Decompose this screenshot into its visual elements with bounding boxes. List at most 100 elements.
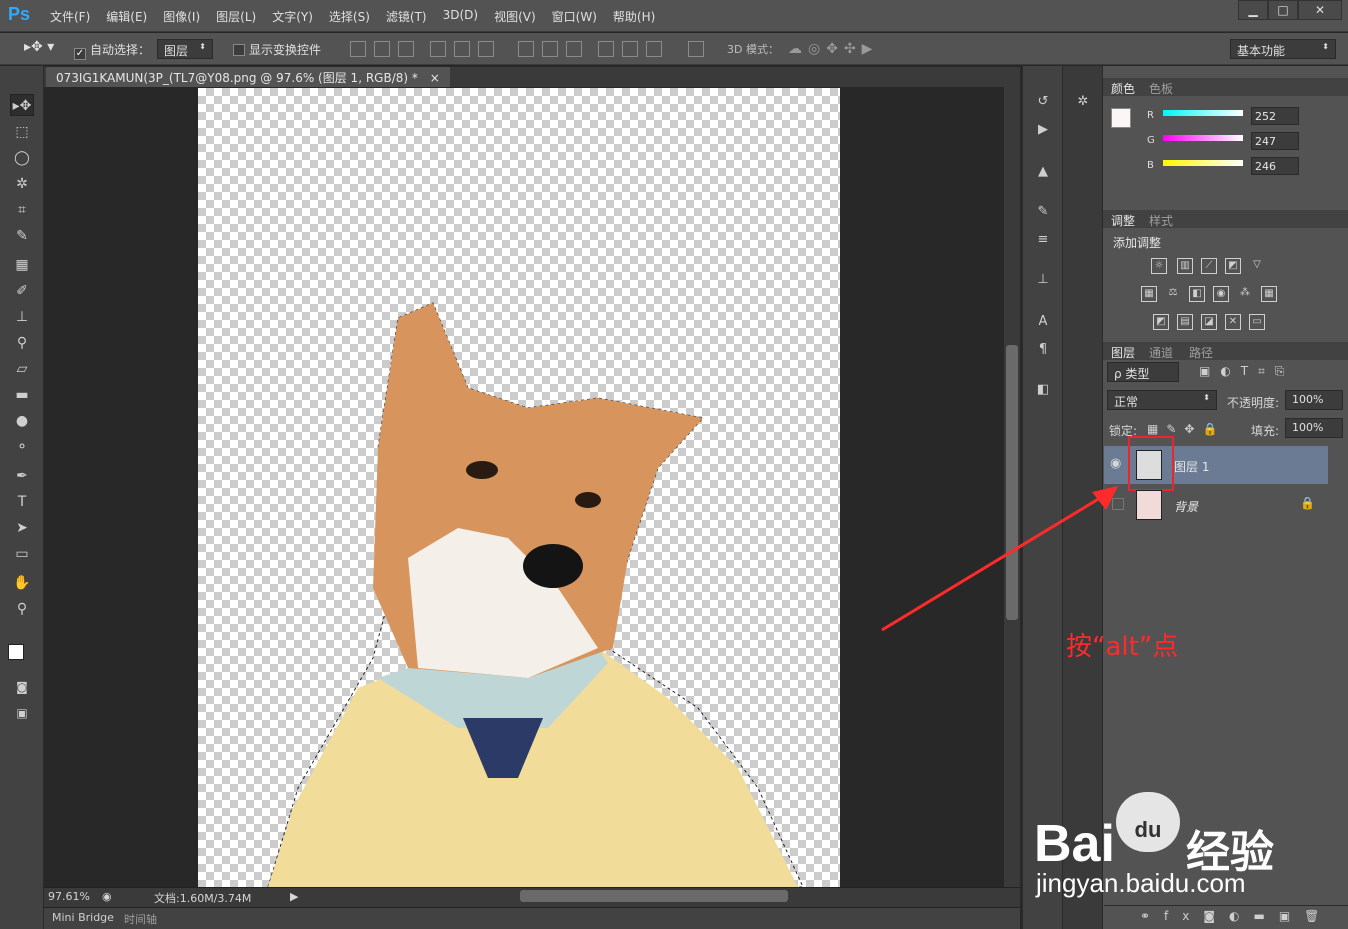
tab-mini-bridge[interactable]: Mini Bridge — [52, 911, 114, 924]
healing-brush-icon[interactable]: ▦ — [10, 254, 34, 276]
brush-presets-icon[interactable]: ✎ — [1033, 202, 1053, 222]
layer-name[interactable]: 图层 1 — [1174, 458, 1209, 475]
paragraph-icon[interactable]: ¶ — [1033, 340, 1053, 360]
b-slider[interactable] — [1163, 160, 1243, 166]
visibility-eye-icon[interactable]: ◉ — [1110, 456, 1121, 471]
photo-filter-icon[interactable]: ◉ — [1213, 286, 1229, 302]
horizontal-scroll-thumb[interactable] — [520, 890, 788, 902]
opacity-input[interactable]: 100% — [1285, 390, 1343, 410]
type-tool-icon[interactable]: T — [10, 491, 34, 513]
distribute-vcenter-icon[interactable] — [542, 41, 558, 57]
tab-adjustments[interactable]: 调整 — [1111, 212, 1135, 229]
layer-filter-icons[interactable]: ▣◐T⌗⎘ — [1199, 364, 1295, 379]
menu-layer[interactable]: 图层(L) — [216, 8, 256, 25]
align-hcenter-icon[interactable] — [454, 41, 470, 57]
marquee-tool-icon[interactable]: ⬚ — [10, 121, 34, 143]
dodge-tool-icon[interactable]: ⚬ — [10, 436, 34, 458]
layer-row[interactable]: 背景 🔒 — [1104, 486, 1328, 524]
close-button[interactable]: ✕ — [1298, 0, 1342, 20]
hue-sat-icon[interactable]: ▦ — [1141, 286, 1157, 302]
distribute-right-icon[interactable] — [646, 41, 662, 57]
3d-panel-icon[interactable]: ◧ — [1033, 380, 1053, 400]
g-slider[interactable] — [1163, 135, 1243, 141]
magic-wand-icon[interactable]: ✲ — [10, 173, 34, 195]
eyedropper-icon[interactable]: ✎ — [10, 225, 34, 247]
menu-3d[interactable]: 3D(D) — [443, 8, 478, 25]
hand-tool-icon[interactable]: ✋ — [10, 572, 34, 594]
tab-swatches[interactable]: 色板 — [1149, 80, 1173, 97]
align-vcenter-icon[interactable] — [374, 41, 390, 57]
blend-mode-dropdown[interactable]: 正常 ⬍ — [1107, 390, 1217, 410]
invert-icon[interactable]: ◩ — [1153, 314, 1169, 330]
history-icon[interactable]: ↺ — [1033, 92, 1053, 112]
clone-stamp-icon[interactable]: ⊥ — [10, 306, 34, 328]
tab-channels[interactable]: 通道 — [1149, 344, 1173, 361]
align-top-icon[interactable] — [350, 41, 366, 57]
clone-source-icon[interactable]: ⊥ — [1033, 270, 1053, 290]
b-value[interactable]: 246 — [1251, 157, 1299, 175]
lock-icons[interactable]: ▦✎✥🔒 — [1147, 422, 1225, 436]
foreground-color-swatch[interactable] — [8, 644, 24, 660]
tab-color[interactable]: 颜色 — [1111, 80, 1135, 97]
3d-tools-icons[interactable]: ☁◎✥✣▶ — [788, 41, 878, 57]
tab-timeline[interactable]: 时间轴 — [124, 911, 157, 927]
distribute-hcenter-icon[interactable] — [622, 41, 638, 57]
pen-tool-icon[interactable]: ✒ — [10, 465, 34, 487]
properties-icon[interactable]: ✲ — [1073, 92, 1093, 112]
align-right-icon[interactable] — [478, 41, 494, 57]
curves-icon[interactable]: ⟋ — [1201, 258, 1217, 274]
lasso-tool-icon[interactable]: ◯ — [10, 147, 34, 169]
screen-mode-icon[interactable]: ▣ — [10, 702, 34, 724]
minimize-button[interactable]: ▁ — [1238, 0, 1268, 20]
color-balance-icon[interactable]: ⚖ — [1165, 286, 1181, 302]
rectangle-tool-icon[interactable]: ▭ — [10, 543, 34, 565]
distribute-left-icon[interactable] — [598, 41, 614, 57]
threshold-icon[interactable]: ◪ — [1201, 314, 1217, 330]
menu-help[interactable]: 帮助(H) — [613, 8, 655, 25]
fill-input[interactable]: 100% — [1285, 418, 1343, 438]
auto-select-checkbox[interactable]: ✓ 自动选择： — [74, 41, 150, 60]
channel-mixer-icon[interactable]: ⁂ — [1237, 286, 1253, 302]
eraser-tool-icon[interactable]: ▱ — [10, 358, 34, 380]
tab-styles[interactable]: 样式 — [1149, 212, 1173, 229]
quick-mask-icon[interactable]: ◙ — [10, 676, 34, 698]
layer-thumbnail[interactable] — [1136, 490, 1162, 520]
menu-edit[interactable]: 编辑(E) — [106, 8, 147, 25]
maximize-button[interactable]: □ — [1268, 0, 1298, 20]
workspace-dropdown[interactable]: 基本功能 ⬍ — [1230, 39, 1336, 59]
blur-tool-icon[interactable]: ● — [10, 410, 34, 432]
menu-type[interactable]: 文字(Y) — [272, 8, 313, 25]
document-tab[interactable]: 073IG1KAMUN(3P_(TL7@Y08.png @ 97.6% (图层 … — [46, 67, 450, 87]
close-tab-icon[interactable]: × — [430, 71, 440, 85]
history-brush-icon[interactable]: ⚲ — [10, 332, 34, 354]
menu-view[interactable]: 视图(V) — [494, 8, 536, 25]
crop-tool-icon[interactable]: ⌗ — [10, 199, 34, 221]
tab-layers[interactable]: 图层 — [1111, 344, 1135, 361]
brush-settings-icon[interactable]: ≡ — [1033, 230, 1053, 250]
move-tool-preset-icon[interactable]: ▸✥ ▾ — [24, 39, 54, 55]
move-tool-icon[interactable]: ▸✥ — [10, 94, 34, 116]
r-value[interactable]: 252 — [1251, 107, 1299, 125]
auto-align-icon[interactable] — [688, 41, 704, 57]
auto-select-dropdown[interactable]: 图层 ⬍ — [157, 39, 213, 59]
menu-select[interactable]: 选择(S) — [329, 8, 370, 25]
zoom-level[interactable]: 97.61% — [48, 890, 90, 903]
layers-footer-icons[interactable]: ⚭fx◙◐▬▣🗑 — [1104, 905, 1348, 927]
layer-filter-dropdown[interactable]: ρ 类型 — [1107, 362, 1179, 382]
r-slider[interactable] — [1163, 110, 1243, 116]
align-left-icon[interactable] — [430, 41, 446, 57]
vibrance-icon[interactable]: ▽ — [1249, 258, 1265, 274]
distribute-top-icon[interactable] — [518, 41, 534, 57]
menu-window[interactable]: 窗口(W) — [552, 8, 597, 25]
actions-icon[interactable]: ▶ — [1033, 120, 1053, 140]
menu-filter[interactable]: 滤镜(T) — [386, 8, 427, 25]
show-transform-checkbox[interactable]: 显示变换控件 — [233, 41, 321, 58]
menu-image[interactable]: 图像(I) — [163, 8, 200, 25]
status-menu-icon[interactable]: ◉ — [102, 890, 112, 903]
gradient-map-icon[interactable]: ✕ — [1225, 314, 1241, 330]
status-arrow-icon[interactable]: ▶ — [290, 890, 298, 903]
g-value[interactable]: 247 — [1251, 132, 1299, 150]
align-bottom-icon[interactable] — [398, 41, 414, 57]
tab-paths[interactable]: 路径 — [1189, 344, 1213, 361]
character-icon[interactable]: A — [1033, 312, 1053, 332]
